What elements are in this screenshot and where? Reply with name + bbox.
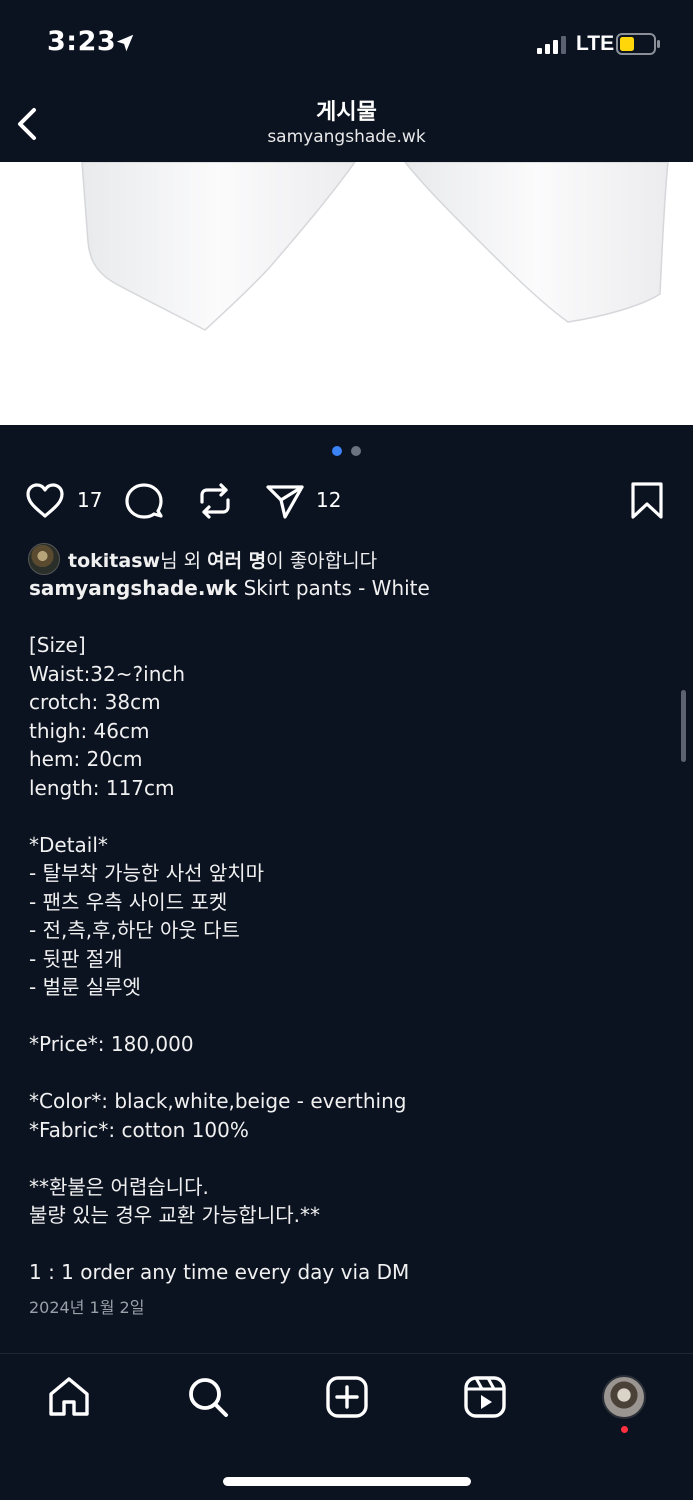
- caption-line: *Fabric*: cotton 100%: [29, 1117, 249, 1142]
- page-title: 게시물: [316, 100, 377, 125]
- caption-line: [29, 802, 669, 831]
- caption-line: - 전,측,후,하단 아웃 다트: [29, 918, 240, 942]
- carousel-dot: [351, 446, 361, 456]
- caption-line: *Detail*: [29, 832, 108, 857]
- cellular-signal-icon: [537, 36, 566, 54]
- post-caption: samyangshade.wk Skirt pants - White [Siz…: [29, 574, 669, 1287]
- caption-line: length: 117cm: [29, 775, 175, 800]
- battery-icon: [616, 33, 660, 55]
- caption-line: *Color*: black,white,beige - everthing: [29, 1089, 407, 1113]
- caption-line: Waist:32~?inch: [29, 661, 186, 686]
- caption-line: - 벌룬 실루엣: [29, 975, 141, 999]
- caption-line: - 뒷판 절개: [29, 946, 123, 971]
- bottom-tab-bar: [0, 1353, 693, 1500]
- create-icon[interactable]: [324, 1374, 370, 1420]
- post-image[interactable]: [0, 162, 693, 425]
- search-icon[interactable]: [185, 1374, 231, 1420]
- carousel-indicator: [0, 446, 693, 458]
- likes-suffix-2: 이 좋아합니다: [266, 550, 378, 572]
- send-icon[interactable]: [264, 480, 306, 522]
- caption-line: thigh: 46cm: [29, 718, 150, 743]
- likes-suffix-1: 님 외: [160, 550, 208, 572]
- caption-title: Skirt pants - White: [237, 576, 430, 600]
- like-count[interactable]: 17: [77, 488, 102, 512]
- caption-line: [29, 1002, 669, 1031]
- caption-line: [29, 1230, 669, 1259]
- caption-line: *Price*: 180,000: [29, 1032, 194, 1056]
- likes-text: tokitasw님 외 여러 명이 좋아합니다: [68, 546, 377, 573]
- caption-body: [Size] Waist:32~?inch crotch: 38cm thigh: 4…: [29, 603, 669, 1287]
- liker-avatar[interactable]: [28, 543, 60, 575]
- share-count[interactable]: 12: [316, 488, 341, 512]
- notification-dot: [621, 1426, 628, 1433]
- caption-line: hem: 20cm: [29, 747, 143, 771]
- home-icon[interactable]: [46, 1374, 92, 1420]
- caption-line: - 탈부착 가능한 사선 앞치마: [29, 861, 265, 885]
- home-indicator[interactable]: [223, 1477, 471, 1486]
- caption-line: [29, 603, 669, 632]
- repost-icon[interactable]: [194, 480, 236, 522]
- status-bar: 3:23 LTE: [0, 0, 693, 88]
- bookmark-icon[interactable]: [626, 480, 668, 522]
- caption-first-line: samyangshade.wk Skirt pants - White: [29, 574, 669, 603]
- nav-header: 게시물 samyangshade.wk: [0, 88, 693, 162]
- pants-photo: [81, 162, 669, 331]
- profile-avatar[interactable]: [602, 1375, 646, 1419]
- caption-line: 불량 있는 경우 교환 가능합니다.**: [29, 1203, 320, 1227]
- caption-username[interactable]: samyangshade.wk: [29, 576, 237, 600]
- scrollbar[interactable]: [681, 690, 686, 762]
- caption-line: [Size]: [29, 633, 86, 657]
- caption-line: - 팬츠 우측 사이드 포켓: [29, 889, 228, 914]
- status-time: 3:23: [47, 26, 117, 57]
- caption-line: 1 : 1 order any time every day via DM: [29, 1260, 410, 1284]
- location-arrow-icon: [116, 34, 134, 52]
- network-type: LTE: [576, 32, 615, 55]
- caption-line: [29, 1059, 669, 1088]
- caption-line: crotch: 38cm: [29, 690, 161, 714]
- liker-username[interactable]: tokitasw: [68, 550, 160, 572]
- likes-others[interactable]: 여러 명: [207, 550, 266, 572]
- post-date: 2024년 1월 2일: [29, 1298, 145, 1317]
- caption-line: [29, 1144, 669, 1173]
- page-subtitle[interactable]: samyangshade.wk: [0, 127, 693, 147]
- carousel-dot-active: [332, 446, 342, 456]
- post-actions: 17 12: [0, 478, 693, 524]
- comment-icon[interactable]: [123, 480, 165, 522]
- reels-icon[interactable]: [462, 1374, 508, 1420]
- heart-icon[interactable]: [24, 480, 66, 522]
- caption-line: **환불은 어렵습니다.: [29, 1174, 209, 1199]
